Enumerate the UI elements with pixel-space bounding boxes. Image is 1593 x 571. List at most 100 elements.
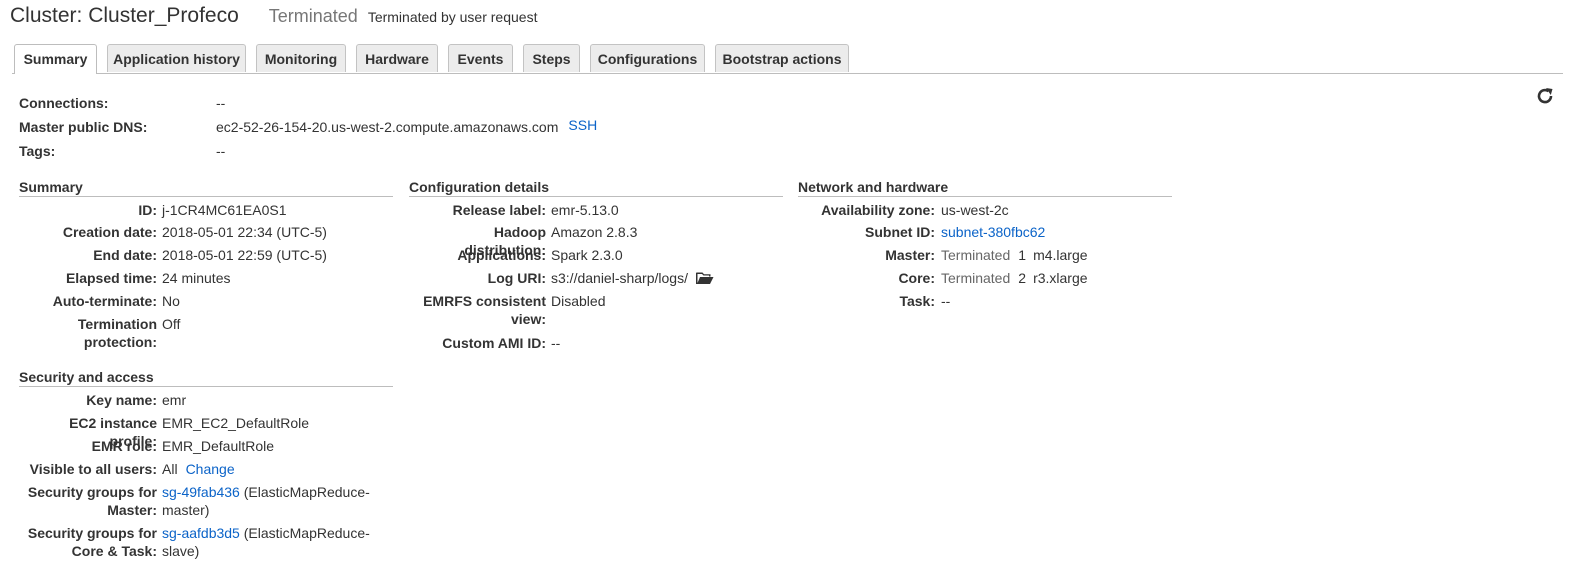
tab-summary[interactable]: Summary xyxy=(14,44,97,74)
log-uri-label: Log URI: xyxy=(487,270,546,286)
tags-label: Tags: xyxy=(19,143,56,159)
sg-core-label-line2: Core & Task: xyxy=(71,543,157,559)
tab-events[interactable]: Events xyxy=(448,44,513,72)
hadoop-distribution-value: Amazon 2.8.3 xyxy=(551,224,638,240)
cluster-status-reason: Terminated by user request xyxy=(367,9,538,25)
tab-configurations[interactable]: Configurations xyxy=(590,44,705,72)
creation-date-value: 2018-05-01 22:34 (UTC-5) xyxy=(162,224,327,240)
custom-ami-row: Custom AMI ID: -- xyxy=(409,334,783,354)
master-dns-label: Master public DNS: xyxy=(19,119,148,135)
master-node-value: Terminated 1 m4.large xyxy=(941,246,1088,264)
id-label: ID: xyxy=(138,202,157,218)
log-uri-row: Log URI: s3://daniel-sharp/logs/ xyxy=(409,269,783,289)
task-node-value: -- xyxy=(941,293,951,309)
end-date-value: 2018-05-01 22:59 (UTC-5) xyxy=(162,247,327,263)
master-node-count: 1 xyxy=(1018,247,1027,263)
visible-to-all-text: All xyxy=(162,461,178,477)
network-section: Network and hardware Availability zone: … xyxy=(798,178,1172,318)
key-name-row: Key name: emr xyxy=(19,391,393,411)
master-node-label: Master: xyxy=(885,247,935,263)
sg-master-label-line1: Security groups for xyxy=(27,484,157,500)
security-section-title: Security and access xyxy=(19,368,393,387)
hadoop-distribution-row: Hadoop distribution: Amazon 2.8.3 xyxy=(409,223,783,258)
tags-value: -- xyxy=(216,143,226,159)
visible-to-all-row: Visible to all users: All Change xyxy=(19,460,393,480)
emrfs-row: EMRFS consistent view: Disabled xyxy=(409,292,783,330)
sg-master-label-line2: Master: xyxy=(107,502,157,518)
ssh-link[interactable]: SSH xyxy=(568,117,597,133)
emrfs-label-line2: view: xyxy=(510,311,546,327)
sg-core-value: sg-aafdb3d5 (ElasticMapReduce-slave) xyxy=(162,524,370,560)
custom-ami-label: Custom AMI ID: xyxy=(442,335,546,351)
visible-to-all-value: All Change xyxy=(162,460,235,478)
cluster-header: Cluster: Cluster_Profeco Terminated Term… xyxy=(10,4,537,34)
tab-bootstrap-actions[interactable]: Bootstrap actions xyxy=(715,44,849,72)
cluster-title-prefix: Cluster: xyxy=(10,4,89,27)
sg-master-label: Security groups for Master: xyxy=(28,483,157,519)
end-date-row: End date: 2018-05-01 22:59 (UTC-5) xyxy=(19,246,393,266)
core-node-status: Terminated xyxy=(941,270,1011,286)
core-node-count: 2 xyxy=(1018,270,1027,286)
emr-role-row: EMR role: EMR_DefaultRole xyxy=(19,437,393,457)
visible-to-all-label: Visible to all users: xyxy=(29,461,157,477)
refresh-icon[interactable] xyxy=(1535,86,1555,106)
sg-master-desc-line1: (ElasticMapReduce- xyxy=(239,484,370,500)
sg-core-label-line1: Security groups for xyxy=(27,525,157,541)
core-node-value: Terminated 2 r3.xlarge xyxy=(941,269,1088,287)
connections-label: Connections: xyxy=(19,95,109,111)
emr-role-label: EMR role: xyxy=(91,438,157,454)
applications-label: Applications: xyxy=(457,247,546,263)
termination-protection-label-line1: Termination xyxy=(77,316,157,332)
cluster-status: Terminated xyxy=(268,6,358,26)
change-visibility-link[interactable]: Change xyxy=(186,461,235,477)
subnet-id-link[interactable]: subnet-380fbc62 xyxy=(941,223,1045,241)
elapsed-time-value: 24 minutes xyxy=(162,270,231,286)
core-node-row: Core: Terminated 2 r3.xlarge xyxy=(798,269,1172,289)
ec2-instance-profile-value: EMR_EC2_DefaultRole xyxy=(162,415,310,431)
sg-core-link[interactable]: sg-aafdb3d5 xyxy=(162,525,240,541)
ec2-instance-profile-row: EC2 instance profile: EMR_EC2_DefaultRol… xyxy=(19,414,393,449)
availability-zone-row: Availability zone: us-west-2c xyxy=(798,201,1172,221)
release-label-row: Release label: emr-5.13.0 xyxy=(409,201,783,221)
sg-master-link[interactable]: sg-49fab436 xyxy=(162,484,240,500)
core-node-label: Core: xyxy=(898,270,935,286)
end-date-label: End date: xyxy=(93,247,157,263)
termination-protection-row: Termination protection: Off xyxy=(19,315,393,353)
master-node-type: m4.large xyxy=(1033,247,1088,263)
log-uri-value: s3://daniel-sharp/logs/ xyxy=(551,269,714,287)
tab-monitoring[interactable]: Monitoring xyxy=(256,44,346,72)
subnet-id-row: Subnet ID: subnet-380fbc62 xyxy=(798,223,1172,243)
termination-protection-label: Termination protection: xyxy=(78,315,157,351)
task-node-row: Task: -- xyxy=(798,292,1172,312)
log-uri-text: s3://daniel-sharp/logs/ xyxy=(551,270,688,286)
configuration-section-title: Configuration details xyxy=(409,178,783,197)
auto-terminate-row: Auto-terminate: No xyxy=(19,292,393,312)
master-dns-value: ec2-52-26-154-20.us-west-2.compute.amazo… xyxy=(216,117,597,137)
subnet-id-label: Subnet ID: xyxy=(865,224,935,240)
sg-master-value: sg-49fab436 (ElasticMapReduce-master) xyxy=(162,483,370,519)
configuration-section: Configuration details Release label: emr… xyxy=(409,178,783,358)
sg-master-desc-line2: master) xyxy=(162,502,210,518)
security-section: Security and access Key name: emr EC2 in… xyxy=(19,368,393,568)
tab-application-history[interactable]: Application history xyxy=(107,44,246,72)
page-title: Cluster: Cluster_Profeco xyxy=(10,4,239,28)
sg-master-row: Security groups for Master: sg-49fab436 (… xyxy=(19,483,393,521)
key-name-value: emr xyxy=(162,392,187,408)
master-node-status: Terminated xyxy=(941,247,1011,263)
folder-open-icon[interactable] xyxy=(695,271,714,285)
release-label-label: Release label: xyxy=(452,202,546,218)
elapsed-time-row: Elapsed time: 24 minutes xyxy=(19,269,393,289)
sg-core-desc-line2: slave) xyxy=(162,543,200,559)
master-dns-text: ec2-52-26-154-20.us-west-2.compute.amazo… xyxy=(216,119,559,135)
custom-ami-value: -- xyxy=(551,335,561,351)
tab-hardware[interactable]: Hardware xyxy=(356,44,438,72)
sg-core-desc-line1: (ElasticMapReduce- xyxy=(239,525,370,541)
task-node-label: Task: xyxy=(899,293,935,309)
tab-steps[interactable]: Steps xyxy=(523,44,580,72)
sg-core-row: Security groups for Core & Task: sg-aafdb… xyxy=(19,524,393,562)
sg-core-label: Security groups for Core & Task: xyxy=(28,524,157,560)
auto-terminate-value: No xyxy=(162,293,180,309)
auto-terminate-label: Auto-terminate: xyxy=(52,293,157,309)
core-node-type: r3.xlarge xyxy=(1033,270,1088,286)
termination-protection-label-line2: protection: xyxy=(83,334,157,350)
